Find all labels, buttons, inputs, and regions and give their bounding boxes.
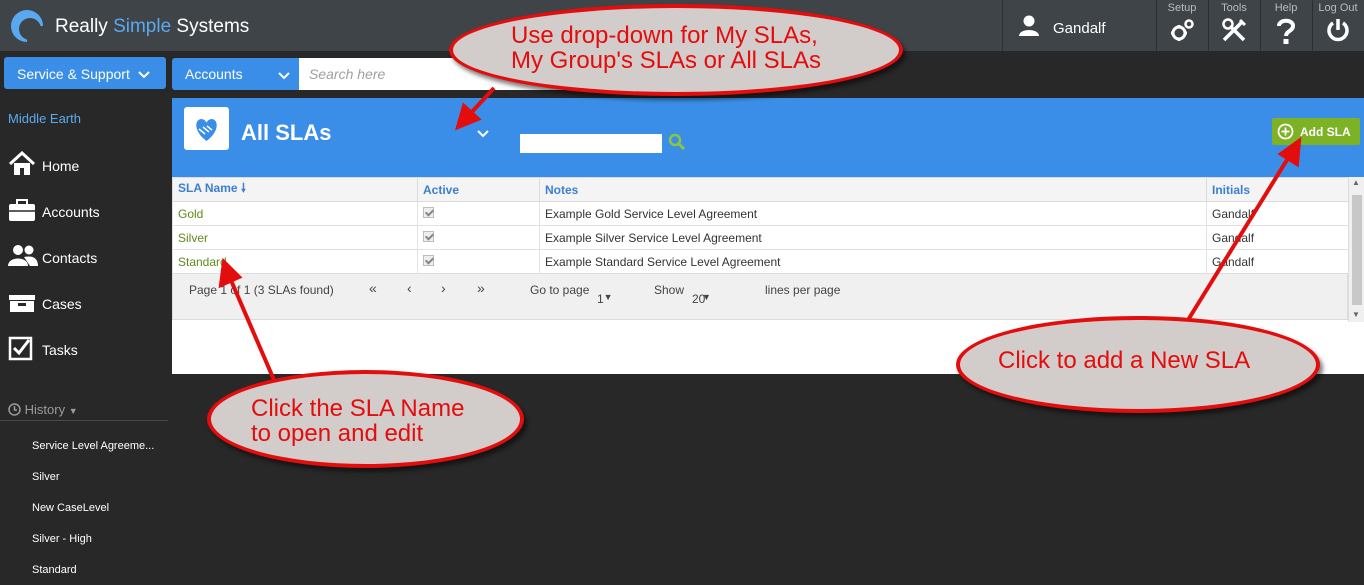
annotation-text: Click to add a New SLA [998, 347, 1251, 374]
arrow-to-dropdown [468, 86, 496, 116]
annotation-text: Click the SLA Name [251, 395, 465, 422]
annotation-text: My Group's SLAs or All SLAs [511, 47, 822, 74]
annotation-dropdown-callout: Use drop-down for My SLAs, My Group's SL… [449, 4, 903, 96]
arrow-to-sla-name [228, 277, 276, 381]
annotation-add-callout: Click to add a New SLA [956, 316, 1320, 413]
arrow-to-add-button [1186, 153, 1292, 322]
annotation-name-callout: Click the SLA Name to open and edit [207, 370, 524, 468]
annotation-text: to open and edit [251, 420, 424, 447]
annotation-text: Use drop-down for My SLAs, [511, 22, 818, 49]
